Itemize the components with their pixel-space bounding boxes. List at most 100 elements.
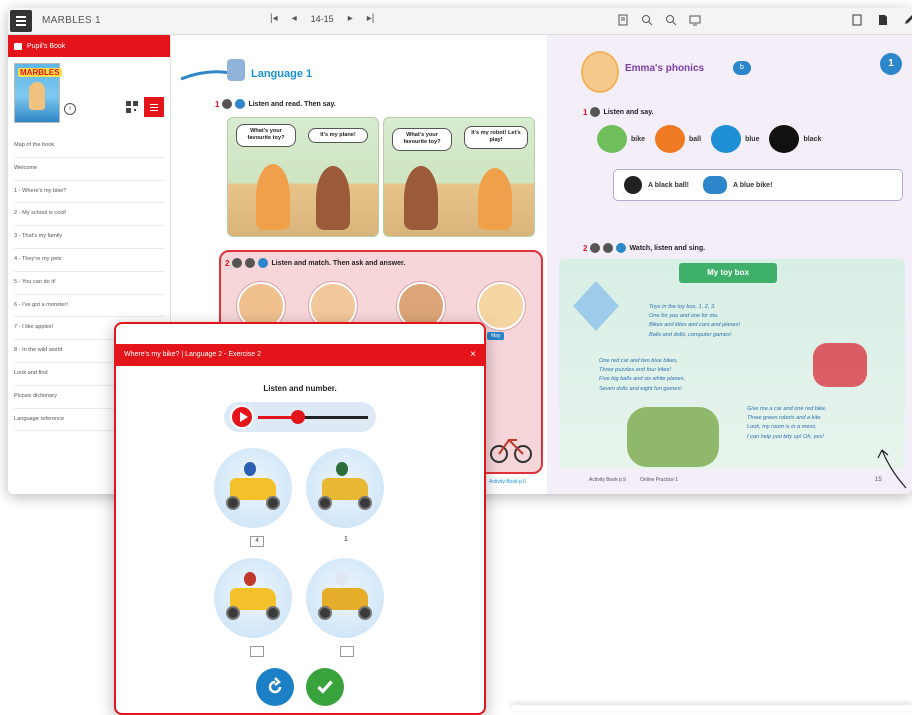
answer-input-1[interactable]: 4 [250,536,264,547]
ball-picture [655,125,686,153]
check-answers-button[interactable] [306,668,344,706]
word-black[interactable]: black [769,125,821,153]
wheel [318,606,332,620]
cover-character [29,82,45,110]
robots-picture [627,407,719,467]
comic-panel-1[interactable]: What's your favourite toy? It's my plane… [227,117,379,237]
sidebar-header[interactable]: Pupil's Book [8,35,170,57]
exercise-dialog: Where's my bike? | Language 2 - Exercise… [114,322,486,715]
red-bike-picture [813,343,867,387]
child-photo-4 [477,282,525,330]
video-icon[interactable] [590,243,601,253]
play-icon[interactable] [230,405,254,429]
answer-option-3[interactable] [214,558,292,638]
bike-image [490,438,532,463]
toc-item[interactable]: 2 - My school is cool! [14,203,164,227]
info-icon[interactable]: i [64,103,76,115]
song-title: My toy box [679,263,777,283]
book-icon [14,42,22,50]
black-splash-picture [769,125,800,153]
dialog-instruction: Listen and number. [263,384,337,393]
wheel [318,496,332,510]
word-label: ball [689,135,702,143]
answer-input-2[interactable]: 1 [340,536,352,543]
toc-item[interactable]: Welcome [14,158,164,181]
audio-icon[interactable] [603,243,614,253]
wheel [226,496,240,510]
first-page-icon[interactable]: |◂ [270,13,278,24]
qr-code-icon[interactable] [126,101,138,113]
audio-icon[interactable] [232,258,243,268]
video-icon[interactable] [245,258,256,268]
toc-item[interactable]: Map of the book [14,135,164,158]
zoom-out-icon[interactable] [664,13,678,27]
exercise-number: 2 [583,243,588,253]
phonics-words-row: bike ball blue black [597,125,821,153]
answer-option-1[interactable] [214,448,292,528]
toc-item[interactable]: 5 - You can do it! [14,272,164,295]
reset-button[interactable] [256,668,294,706]
contents-list-button[interactable] [144,97,164,117]
pencil-icon[interactable] [902,13,912,27]
song-verse-2: One red car and two blue bikes, Three puz… [599,357,685,394]
right-page-footer: Activity Book p.9 Online Practice 1 [589,477,678,483]
exercise-number: 1 [215,99,220,109]
next-page-icon[interactable]: ▸ [348,13,353,24]
screen-icon[interactable] [688,13,702,27]
phrase-black-ball[interactable]: A black ball! [624,176,689,194]
song-line: Balls and dolls, computer games! [649,331,732,338]
book-cover-row: MARBLES i [8,57,170,135]
word-bike[interactable]: bike [597,125,645,153]
song-line: Give me a car and one red bike, [747,406,827,412]
toc-item[interactable]: 6 - I've got a monster! [14,295,164,318]
activity-book-link[interactable]: Activity Book p.9 [589,477,626,483]
song-line: Toys in the toy box, 1, 2, 3. [649,304,716,310]
online-practice-link[interactable]: Online Practice 1 [640,477,678,483]
word-label: black [803,135,822,143]
answer-option-2[interactable] [306,448,384,528]
sing-icon[interactable] [616,243,627,253]
word-ball[interactable]: ball [655,125,701,153]
zoom-in-icon[interactable] [640,13,654,27]
audio-player [224,402,376,432]
toc-item[interactable]: 3 - That's my family [14,226,164,249]
close-icon[interactable]: × [470,344,476,366]
phonics-title: Emma's phonics [625,63,705,74]
read-icon[interactable] [235,99,246,109]
wheel [358,496,372,510]
single-page-icon[interactable] [616,13,630,27]
toc-item[interactable]: 4 - They're my pets [14,249,164,272]
hamburger-menu-button[interactable] [10,10,32,32]
talk-icon[interactable] [258,258,269,268]
page-range[interactable]: 14-15 [311,14,334,24]
curved-arrow-decoration [877,449,907,489]
notes-icon[interactable] [876,13,890,27]
instruction-text: Listen and say. [603,108,654,116]
answer-input-3[interactable] [250,646,264,657]
song-line: One for you and one for me. [649,313,719,320]
book-cover-thumbnail[interactable]: MARBLES [14,63,62,123]
answer-option-4[interactable] [306,558,384,638]
last-page-icon[interactable]: ▸| [367,13,375,24]
song-line: I can help you tidy up! Oh, yes! [747,433,824,440]
blank-page-icon[interactable] [850,13,864,27]
song-instruction: 2 Watch, listen and sing. [583,243,705,253]
audio-icon[interactable] [222,99,233,109]
exercise-2-instruction: 2 Listen and match. Then ask and answer. [225,258,405,268]
activity-book-link[interactable]: Activity Book p.6 [489,479,526,485]
wheel [266,606,280,620]
prev-page-icon[interactable]: ◂ [292,13,297,24]
phrase-label: A black ball! [648,181,689,189]
emma-character [581,51,619,93]
comic-panel-2[interactable]: What's your favourite toy? It's my robot… [383,117,535,237]
progress-handle[interactable] [290,410,305,424]
song-line: Three puzzles and four kites! [599,367,671,374]
word-blue[interactable]: blue [711,125,759,153]
wheel [358,606,372,620]
blue-bike-picture [702,176,727,194]
phrase-blue-bike[interactable]: A blue bike! [702,176,772,194]
audio-icon[interactable] [590,107,601,117]
toc-item[interactable]: 1 - Where's my bike? [14,181,164,204]
reset-icon [268,677,282,694]
answer-input-4[interactable] [340,646,354,657]
